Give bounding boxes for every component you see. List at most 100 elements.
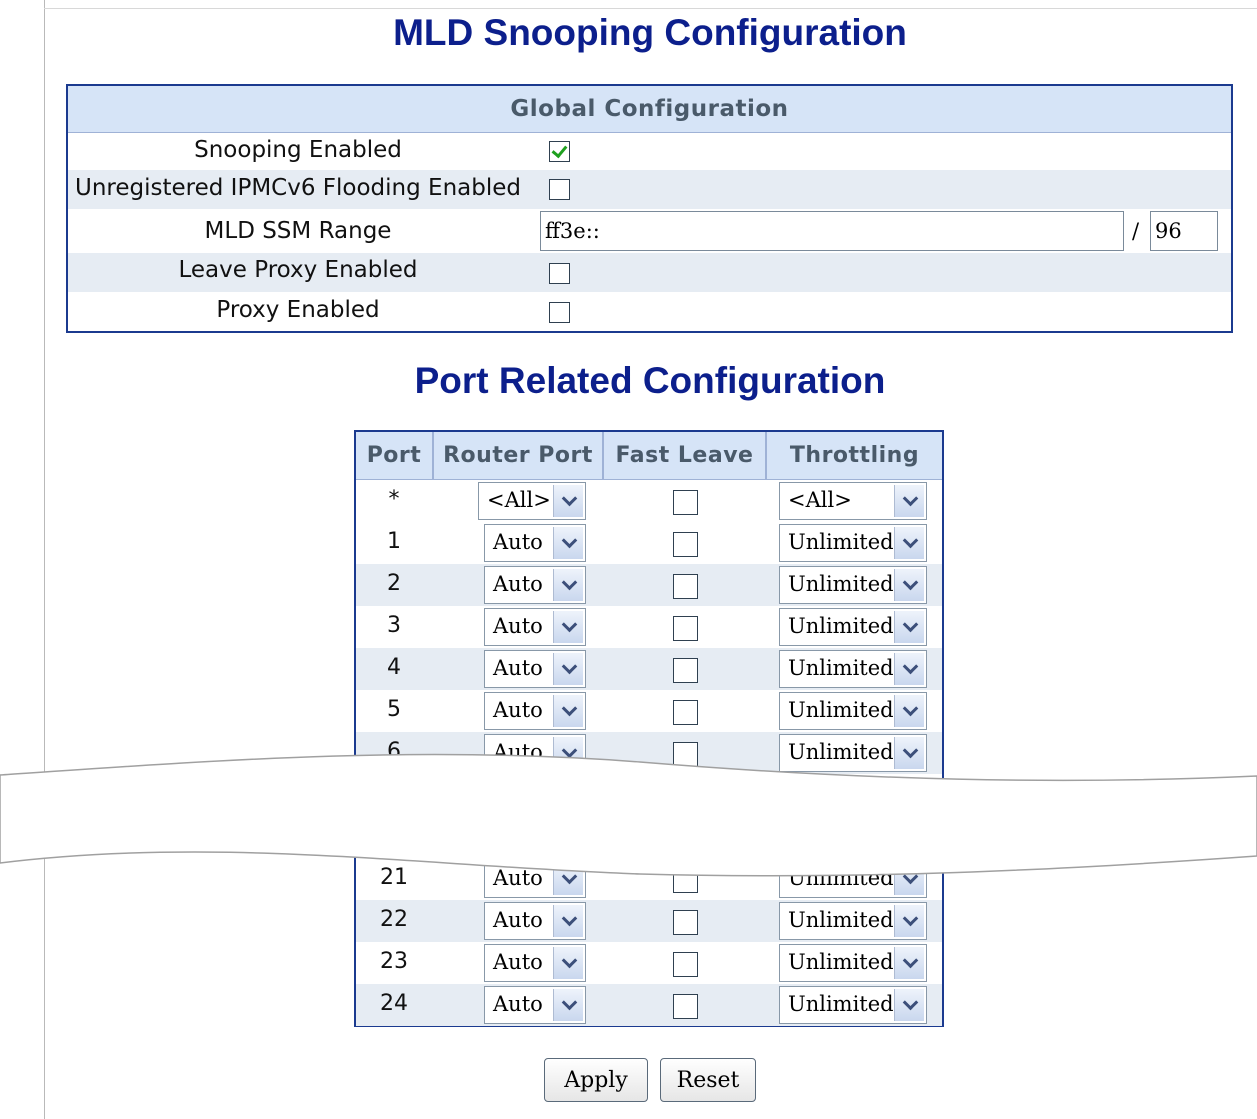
- ssm-range-row: MLD SSM Range /: [68, 209, 1231, 253]
- router-port-select[interactable]: Auto: [484, 650, 586, 688]
- throttling-select[interactable]: Unlimited: [779, 902, 927, 940]
- fast-leave-checkbox[interactable]: [673, 952, 698, 977]
- throttling-select[interactable]: Unlimited: [779, 650, 927, 688]
- chevron-down-icon: [553, 569, 583, 601]
- ssm-range-length-input[interactable]: [1150, 211, 1218, 251]
- global-configuration-header: Global Configuration: [68, 86, 1231, 133]
- frame-border-left: [44, 0, 45, 1119]
- unregistered-flooding-checkbox[interactable]: [549, 179, 570, 200]
- leave-proxy-row: Leave Proxy Enabled: [68, 253, 1231, 292]
- leave-proxy-label: Leave Proxy Enabled: [178, 257, 418, 283]
- port-number: 24: [380, 991, 408, 1016]
- fast-leave-checkbox[interactable]: [673, 700, 698, 725]
- router-port-value: Auto: [493, 530, 543, 554]
- throttling-value: Unlimited: [788, 656, 894, 680]
- throttling-select[interactable]: Unlimited: [779, 566, 927, 604]
- fast-leave-checkbox[interactable]: [673, 616, 698, 641]
- port-number: 3: [387, 613, 401, 638]
- throttling-value: <All>: [788, 488, 852, 512]
- fast-leave-checkbox[interactable]: [673, 910, 698, 935]
- throttling-select[interactable]: Unlimited: [779, 524, 927, 562]
- port-number: 22: [380, 907, 408, 932]
- chevron-down-icon: [894, 485, 924, 517]
- throttling-select[interactable]: Unlimited: [779, 608, 927, 646]
- chevron-down-icon: [553, 989, 583, 1021]
- throttling-value: Unlimited: [788, 908, 894, 932]
- router-port-select[interactable]: Auto: [484, 902, 586, 940]
- throttling-select[interactable]: Unlimited: [779, 692, 927, 730]
- port-number: 5: [387, 697, 401, 722]
- router-port-value: Auto: [493, 908, 543, 932]
- ssm-range-label: MLD SSM Range: [204, 218, 392, 244]
- chevron-down-icon: [553, 485, 583, 517]
- throttling-select[interactable]: Unlimited: [779, 944, 927, 982]
- router-port-value: Auto: [493, 572, 543, 596]
- port-row: 2 Auto Unlimited: [356, 564, 942, 606]
- throttling-value: Unlimited: [788, 530, 894, 554]
- column-header-fast-leave: Fast Leave: [602, 432, 765, 480]
- fast-leave-checkbox[interactable]: [673, 574, 698, 599]
- router-port-select[interactable]: Auto: [484, 566, 586, 604]
- port-number: *: [388, 487, 400, 512]
- port-row: 4 Auto Unlimited: [356, 648, 942, 690]
- proxy-checkbox[interactable]: [549, 302, 570, 323]
- chevron-down-icon: [894, 695, 924, 727]
- chevron-down-icon: [553, 653, 583, 685]
- port-row: 1 Auto Unlimited: [356, 522, 942, 564]
- router-port-select[interactable]: Auto: [484, 944, 586, 982]
- throttling-select[interactable]: Unlimited: [779, 986, 927, 1024]
- ssm-range-separator: /: [1132, 219, 1140, 243]
- column-header-router-port: Router Port: [432, 432, 602, 480]
- reset-button[interactable]: Reset: [660, 1058, 756, 1102]
- chevron-down-icon: [553, 527, 583, 559]
- chevron-down-icon: [553, 905, 583, 937]
- column-header-port: Port: [356, 432, 432, 480]
- chevron-down-icon: [553, 947, 583, 979]
- router-port-value: Auto: [493, 656, 543, 680]
- chevron-down-icon: [894, 989, 924, 1021]
- port-number: 1: [387, 529, 401, 554]
- throttling-value: Unlimited: [788, 698, 894, 722]
- chevron-down-icon: [553, 695, 583, 727]
- throttling-value: Unlimited: [788, 950, 894, 974]
- proxy-row: Proxy Enabled: [68, 292, 1231, 331]
- router-port-select[interactable]: Auto: [484, 608, 586, 646]
- leave-proxy-checkbox[interactable]: [549, 263, 570, 284]
- chevron-down-icon: [894, 569, 924, 601]
- router-port-value: <All>: [487, 488, 551, 512]
- throttling-value: Unlimited: [788, 572, 894, 596]
- ssm-range-prefix-input[interactable]: [540, 211, 1124, 251]
- unregistered-flooding-row: Unregistered IPMCv6 Flooding Enabled: [68, 170, 1231, 209]
- fast-leave-checkbox[interactable]: [673, 658, 698, 683]
- frame-border-top: [44, 8, 1257, 9]
- torn-break-overlay: [0, 753, 1257, 877]
- port-row: 22 Auto Unlimited: [356, 900, 942, 942]
- router-port-value: Auto: [493, 698, 543, 722]
- router-port-select-all[interactable]: <All>: [478, 482, 586, 520]
- port-row: 5 Auto Unlimited: [356, 690, 942, 732]
- throttling-value: Unlimited: [788, 614, 894, 638]
- fast-leave-checkbox-all[interactable]: [673, 490, 698, 515]
- port-section-title: Port Related Configuration: [414, 360, 886, 401]
- port-row: 3 Auto Unlimited: [356, 606, 942, 648]
- router-port-select[interactable]: Auto: [484, 986, 586, 1024]
- column-header-throttling: Throttling: [765, 432, 942, 480]
- chevron-down-icon: [894, 527, 924, 559]
- snooping-enabled-row: Snooping Enabled: [68, 133, 1231, 170]
- unregistered-flooding-label: Unregistered IPMCv6 Flooding Enabled: [75, 175, 521, 201]
- port-row: 23 Auto Unlimited: [356, 942, 942, 984]
- port-number: 4: [387, 655, 401, 680]
- fast-leave-checkbox[interactable]: [673, 994, 698, 1019]
- throttling-select-all[interactable]: <All>: [779, 482, 927, 520]
- snooping-enabled-checkbox[interactable]: [549, 141, 570, 162]
- chevron-down-icon: [553, 611, 583, 643]
- chevron-down-icon: [894, 611, 924, 643]
- page-title: MLD Snooping Configuration: [393, 12, 907, 53]
- throttling-value: Unlimited: [788, 992, 894, 1016]
- port-number: 2: [387, 571, 401, 596]
- port-row: 24 Auto Unlimited: [356, 984, 942, 1026]
- fast-leave-checkbox[interactable]: [673, 532, 698, 557]
- apply-button[interactable]: Apply: [544, 1058, 648, 1102]
- router-port-select[interactable]: Auto: [484, 692, 586, 730]
- router-port-select[interactable]: Auto: [484, 524, 586, 562]
